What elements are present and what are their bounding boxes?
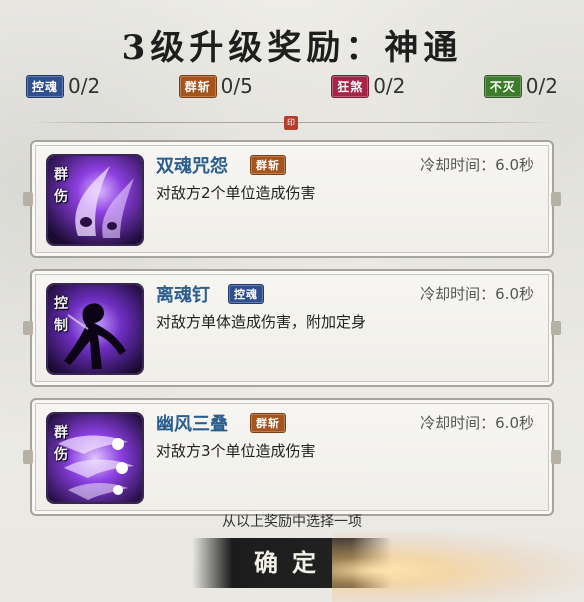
counter-konghun: 控魂 0/2 [26,74,100,98]
skill-school-tag: 群斩 [250,155,286,175]
skill-cooldown: 冷却时间：6.0秒 [420,285,534,303]
counter-value: 0/5 [220,74,253,98]
skill-cooldown: 冷却时间：6.0秒 [420,156,534,174]
skill-name: 双魂咒怨 [156,156,228,177]
confirm-button[interactable]: 确定 [192,538,392,588]
skill-name: 幽风三叠 [156,414,228,435]
counter-bumie: 不灭 0/2 [483,74,558,98]
counter-kuangsha: 狂煞 0/2 [331,74,405,98]
skill-card-1[interactable]: 群 伤 双魂咒怨 群斩 冷却时间：6.0秒 对敌方2个单位造成伤害 [23,140,561,258]
vertical-tag-char: 控 [54,296,68,312]
card-bracket-right [551,450,561,464]
counter-value: 0/2 [525,74,558,98]
vertical-tag-char: 群 [54,425,68,441]
counter-value: 0/2 [373,74,406,98]
counter-qunzhan: 群斩 0/5 [178,74,253,98]
twin-spirit-icon: 群 伤 [46,154,144,246]
card-bracket-left [23,321,33,335]
counter-tag: 狂煞 [331,74,370,98]
selection-hint: 从以上奖励中选择一项 [222,514,362,530]
card-bracket-left [23,192,33,206]
seal-icon: 印 [284,116,298,130]
card-bracket-right [551,192,561,206]
skill-card-2[interactable]: 控 制 离魂钉 控魂 冷却时间：6.0秒 对敌方单体造成伤害，附加定身 [23,269,561,387]
vertical-tag-char: 制 [54,318,68,334]
skill-description: 对敌方3个单位造成伤害 [156,442,316,460]
skill-list: 群 伤 双魂咒怨 群斩 冷却时间：6.0秒 对敌方2个单位造成伤害 控 制 离魂… [23,140,561,527]
card-bracket-right [551,321,561,335]
skill-description: 对敌方2个单位造成伤害 [156,184,316,202]
school-counters: 控魂 0/2 群斩 0/5 狂煞 0/2 不灭 0/2 [26,74,558,98]
vertical-tag-char: 伤 [54,189,68,205]
nailed-figure-icon: 控 制 [46,283,144,375]
card-bracket-left [23,450,33,464]
vertical-category-tag: 控 制 [48,293,74,337]
skill-school-tag: 控魂 [228,284,264,304]
vertical-category-tag: 群 伤 [48,422,74,466]
skill-name: 离魂钉 [156,285,210,306]
vertical-category-tag: 群 伤 [48,164,74,208]
counter-value: 0/2 [68,74,101,98]
counter-tag: 不灭 [483,74,522,98]
page-title: 3级升级奖励：神通 [121,28,463,68]
vertical-tag-char: 伤 [54,447,68,463]
triple-ghost-icon: 群 伤 [46,412,144,504]
counter-tag: 控魂 [26,74,65,98]
skill-description: 对敌方单体造成伤害，附加定身 [156,313,367,331]
counter-tag: 群斩 [178,74,217,98]
skill-cooldown: 冷却时间：6.0秒 [420,414,534,432]
skill-school-tag: 群斩 [250,413,286,433]
skill-card-3[interactable]: 群 伤 幽风三叠 群斩 冷却时间：6.0秒 对敌方3个单位造成伤害 [23,398,561,516]
vertical-tag-char: 群 [54,167,68,183]
